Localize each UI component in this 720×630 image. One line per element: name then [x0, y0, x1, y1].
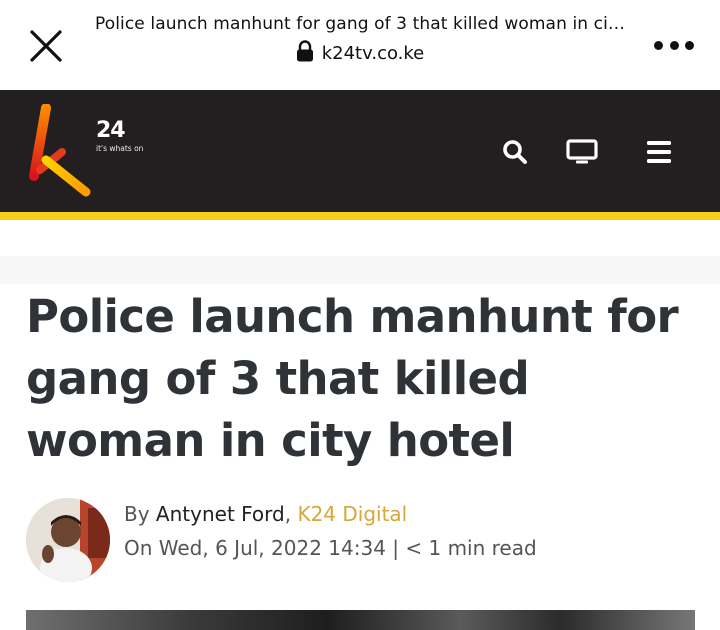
lock-icon — [296, 40, 314, 67]
browser-page-title: Police launch manhunt for gang of 3 that… — [94, 14, 626, 34]
author-photo — [26, 498, 110, 582]
article-hero-image — [26, 610, 695, 630]
url-line: k24tv.co.ke — [80, 40, 640, 67]
k24-logo-mark — [29, 103, 91, 197]
article-dateline: On Wed, 6 Jul, 2022 14:34 | < 1 min read — [124, 536, 537, 560]
logo-number: 24 — [96, 118, 126, 143]
byline-separator: , — [284, 502, 298, 526]
url-text: k24tv.co.ke — [321, 43, 425, 64]
k24-logo[interactable]: 24 it's whats on — [24, 103, 143, 200]
outlet-link[interactable]: K24 Digital — [297, 502, 407, 526]
ad-placeholder-strip — [0, 256, 720, 284]
address-area[interactable]: Police launch manhunt for gang of 3 that… — [80, 14, 640, 67]
header-accent-stripe — [0, 212, 720, 220]
search-icon[interactable] — [500, 132, 530, 172]
close-icon[interactable] — [24, 26, 68, 66]
author-avatar[interactable] — [26, 498, 110, 582]
browser-top-bar: Police launch manhunt for gang of 3 that… — [0, 0, 720, 90]
logo-tagline: it's whats on — [96, 144, 144, 153]
hamburger-menu-icon[interactable] — [644, 132, 674, 172]
more-dots-icon[interactable] — [654, 30, 694, 60]
article-byline: By Antynet Ford, K24 Digital — [124, 502, 407, 526]
author-name[interactable]: Antynet Ford — [156, 502, 285, 526]
tv-icon[interactable] — [564, 132, 600, 172]
byline-prefix: By — [124, 502, 156, 526]
article-headline: Police launch manhunt for gang of 3 that… — [26, 290, 679, 467]
